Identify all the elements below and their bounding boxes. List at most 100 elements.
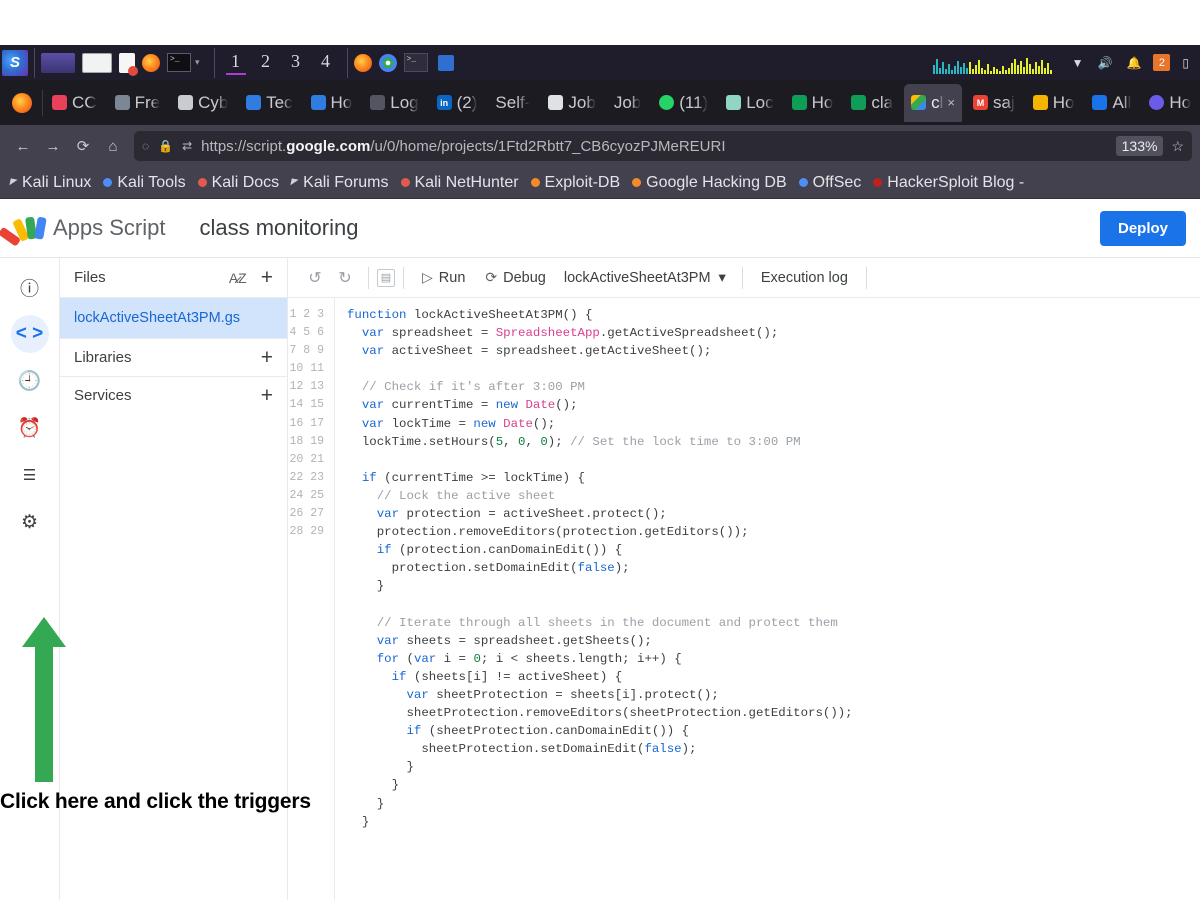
browser-tab-10[interactable]: (11) [652,84,715,122]
close-icon[interactable]: × [947,95,955,110]
browser-tab-6[interactable]: in (2) [430,84,485,122]
tab-label: saj [992,92,1015,112]
run-button[interactable]: ▷ Run [412,263,475,293]
browser-tab-3[interactable]: Tec [239,84,299,122]
shield-icon[interactable]: ◌ [142,139,149,153]
browser-tab-18[interactable]: Ho [1142,84,1198,122]
workspace-2[interactable]: 2 [251,51,281,75]
save-icon[interactable]: ▤ [377,268,395,287]
add-service-icon[interactable]: + [261,385,273,406]
browser-tab-11[interactable]: Loc [719,84,780,122]
wifi-icon[interactable]: ▼ [1072,57,1084,69]
browser-tab-9[interactable]: Job [607,84,648,122]
lock-icon[interactable]: 🔒 [158,139,173,153]
notification-bell-icon[interactable]: 🔔 [1126,57,1141,69]
bookmark-hackersploit-blog[interactable]: HackerSploit Blog - [867,174,1030,192]
bookmark-kali-forums[interactable]: Kali Forums [285,174,394,192]
deploy-button[interactable]: Deploy [1099,210,1186,246]
kali-menu-icon[interactable]: S [2,49,28,76]
bookmark-kali-linux[interactable]: Kali Linux [4,174,97,192]
forward-arrow-icon[interactable]: → [38,131,68,161]
taskbar-window-document[interactable] [119,52,138,76]
kali-docs-icon [197,178,207,187]
workspace-3[interactable]: 3 [281,51,311,75]
url-prefix: https://script. [201,137,287,155]
browser-tab-12[interactable]: Ho [785,84,841,122]
history-clock-icon: 🕘 [17,371,42,392]
browser-tab-15[interactable]: M saj [966,84,1022,122]
ghdb-icon [632,178,642,187]
tab-label: Self- [495,92,531,112]
file-item-lockActiveSheetAt3PM[interactable]: lockActiveSheetAt3PM.gs [60,298,287,338]
bookmark-exploit-db[interactable]: Exploit-DB [525,174,627,192]
zoom-level-indicator[interactable]: 133% [1115,136,1164,156]
workspace-1[interactable]: 1 [221,51,251,75]
reload-icon[interactable]: ⟳ [68,131,98,161]
add-library-icon[interactable]: + [261,347,273,368]
star-icon[interactable]: ☆ [1171,138,1184,155]
code-area[interactable]: 1 2 3 4 5 6 7 8 9 10 11 12 13 14 15 16 1… [288,298,1200,900]
function-selector[interactable]: lockActiveSheetAt3PM ▾ [556,270,734,286]
bookmark-kali-nethunter[interactable]: Kali NetHunter [395,174,525,192]
workspace-4[interactable]: 4 [311,51,341,75]
apps-script-logo-icon[interactable] [0,215,47,247]
container-tabs-icon[interactable]: ⇄ [182,139,192,153]
rail-item-editor[interactable]: < > [10,315,49,353]
browser-tab-7[interactable]: Self- [488,84,537,122]
taskbar-divider [34,47,35,78]
volume-icon[interactable]: 🔊 [1097,57,1112,69]
bookmark-offsec[interactable]: OffSec [793,174,868,192]
browser-tab-1[interactable]: Fre [108,84,168,122]
code-editor-pane: ↺ ↻ ▤ ▷ Run ⟳ Debug lockActiveSheetAt3PM [288,258,1200,900]
firefox-icon[interactable] [142,53,160,72]
url-text[interactable]: https://script.google.com/u/0/home/proje… [201,138,1109,155]
debug-button[interactable]: ⟳ Debug [475,263,555,293]
code-content[interactable]: function lockActiveSheetAt3PM() { var sp… [334,298,1200,900]
blue-window-icon[interactable] [437,54,454,71]
updates-badge[interactable]: 2 [1153,54,1171,71]
browser-tab-17[interactable]: All [1085,84,1138,122]
clock-area[interactable]: ▯ [1182,57,1189,69]
browser-tab-2[interactable]: Cyb [171,84,235,122]
section-services[interactable]: Services + [60,376,287,414]
sort-az-icon[interactable]: A̷Z [229,270,247,286]
chevron-down-icon[interactable]: ▾ [195,57,200,68]
rail-item-executions[interactable]: 🕘 [11,362,49,400]
browser-tab-4[interactable]: Ho [304,84,360,122]
address-bar[interactable]: ◌ 🔒 ⇄ https://script.google.com/u/0/home… [134,131,1192,161]
rail-item-triggers[interactable]: ⏰ [11,409,49,447]
bookmark-kali-docs[interactable]: Kali Docs [192,174,286,192]
app-brand-name[interactable]: Apps Script [53,215,166,241]
terminal-window-icon[interactable] [403,53,428,72]
info-circle-icon: ⓘ [19,278,39,300]
bookmark-google-hacking-db[interactable]: Google Hacking DB [626,174,793,192]
browser-tab-8[interactable]: Job [541,84,602,122]
browser-tab-active-class-monitoring[interactable]: cl × [904,83,962,122]
browser-tab-13[interactable]: cla [844,84,900,122]
undo-icon[interactable]: ↺ [300,263,330,293]
execution-log-button[interactable]: Execution log [751,263,858,293]
browser-tab-16[interactable]: Ho [1026,84,1082,122]
bookmark-label: Exploit-DB [544,173,621,191]
back-arrow-icon[interactable]: ← [8,131,38,161]
rail-item-overview[interactable]: ⓘ [11,268,49,306]
rail-item-settings[interactable]: ⚙ [11,503,49,541]
bookmark-kali-tools[interactable]: Kali Tools [97,174,191,192]
taskbar-window-purple[interactable] [41,52,75,73]
rail-item-logs[interactable]: ☰ [11,456,49,494]
add-file-icon[interactable]: + [261,267,273,288]
firefox-window-icon[interactable] [353,53,372,72]
workspace-switcher[interactable]: 1 2 3 4 [221,51,341,75]
browser-tab-0[interactable]: CC [45,84,104,122]
section-libraries[interactable]: Libraries + [60,338,287,376]
firefox-view-icon[interactable] [12,92,32,113]
chrome-window-icon[interactable] [378,53,397,72]
home-icon[interactable]: ⌂ [98,131,128,161]
project-name[interactable]: class monitoring [200,215,359,241]
redo-icon[interactable]: ↻ [330,263,360,293]
kali-forums-icon [290,178,299,187]
taskbar-window-white[interactable] [82,52,112,73]
taskbar-divider [213,47,215,78]
browser-tab-5[interactable]: Log [363,84,425,122]
terminal-icon[interactable] [167,53,191,72]
